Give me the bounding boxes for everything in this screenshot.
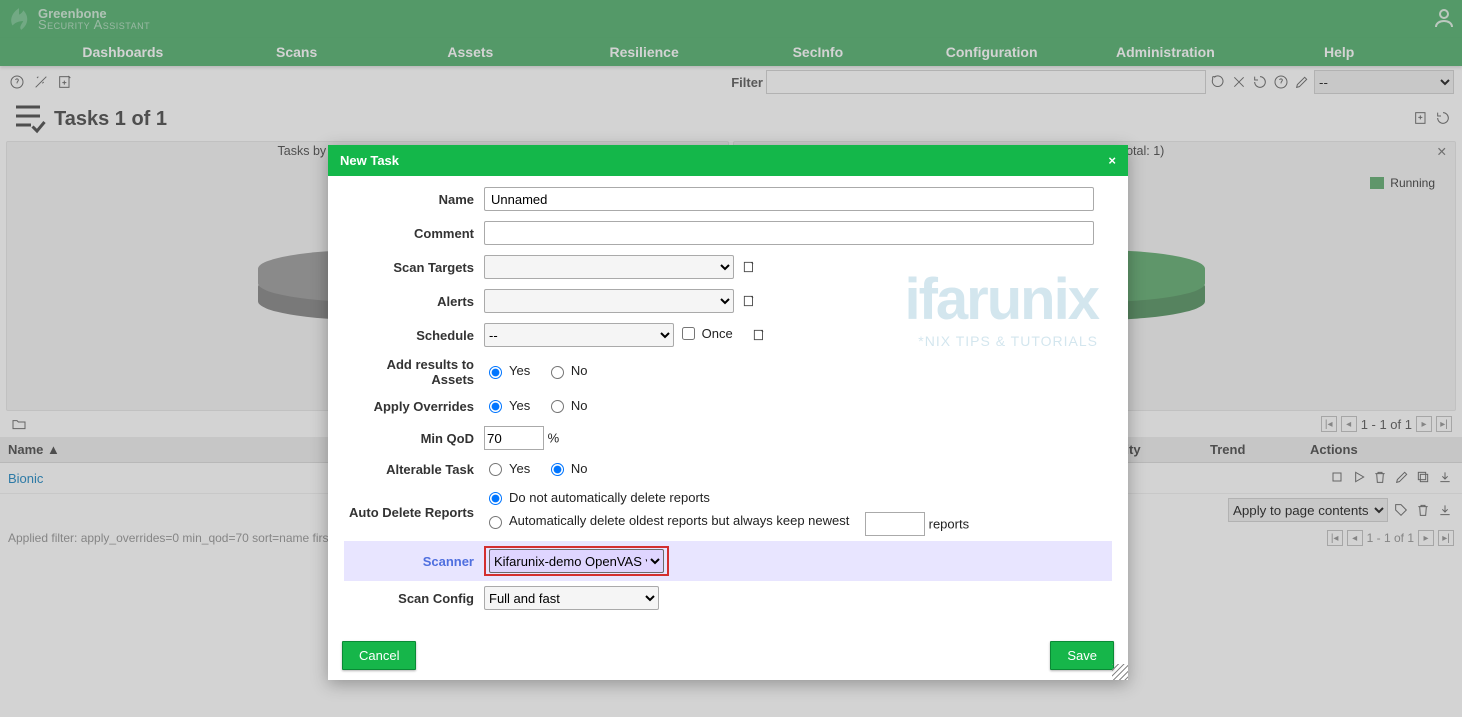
close-icon[interactable]: ×: [1108, 153, 1116, 168]
alterable-no[interactable]: No: [546, 460, 588, 476]
once-checkbox[interactable]: Once: [678, 324, 733, 343]
alterable-yes[interactable]: Yes: [484, 460, 530, 476]
label-scan-config: Scan Config: [344, 581, 484, 615]
add-results-yes[interactable]: Yes: [484, 363, 530, 379]
label-schedule: Schedule: [344, 318, 484, 352]
scan-targets-select[interactable]: [484, 255, 734, 279]
alerts-select[interactable]: [484, 289, 734, 313]
label-min-qod: Min QoD: [344, 421, 484, 455]
min-qod-input[interactable]: [484, 426, 544, 450]
label-name: Name: [344, 182, 484, 216]
autodel-auto[interactable]: Automatically delete oldest reports but …: [484, 513, 849, 529]
new-schedule-icon[interactable]: [752, 328, 768, 344]
label-scan-targets: Scan Targets: [344, 250, 484, 284]
resize-handle[interactable]: [1112, 664, 1128, 680]
autodel-keep-count[interactable]: [865, 512, 925, 536]
label-alterable: Alterable Task: [344, 455, 484, 484]
label-add-results: Add results to Assets: [344, 352, 484, 392]
scan-config-select[interactable]: Full and fast: [484, 586, 659, 610]
dialog-title: New Task: [340, 153, 399, 168]
new-target-icon[interactable]: [742, 260, 758, 276]
dialog-header: New Task ×: [328, 145, 1128, 176]
label-auto-delete: Auto Delete Reports: [344, 484, 484, 541]
label-comment: Comment: [344, 216, 484, 250]
schedule-select[interactable]: --: [484, 323, 674, 347]
new-alert-icon[interactable]: [742, 294, 758, 310]
label-scanner: Scanner: [344, 541, 484, 581]
comment-input[interactable]: [484, 221, 1094, 245]
label-alerts: Alerts: [344, 284, 484, 318]
scanner-select[interactable]: Kifarunix-demo OpenVAS ▾: [489, 549, 664, 573]
new-task-dialog: New Task × ifarunix *NIX TIPS & TUTORIAL…: [328, 145, 1128, 680]
save-button[interactable]: Save: [1050, 641, 1114, 670]
label-apply-overrides: Apply Overrides: [344, 392, 484, 421]
overrides-no[interactable]: No: [546, 397, 588, 413]
cancel-button[interactable]: Cancel: [342, 641, 416, 670]
add-results-no[interactable]: No: [546, 363, 588, 379]
overrides-yes[interactable]: Yes: [484, 397, 530, 413]
name-input[interactable]: [484, 187, 1094, 211]
autodel-keep[interactable]: Do not automatically delete reports: [484, 489, 710, 505]
